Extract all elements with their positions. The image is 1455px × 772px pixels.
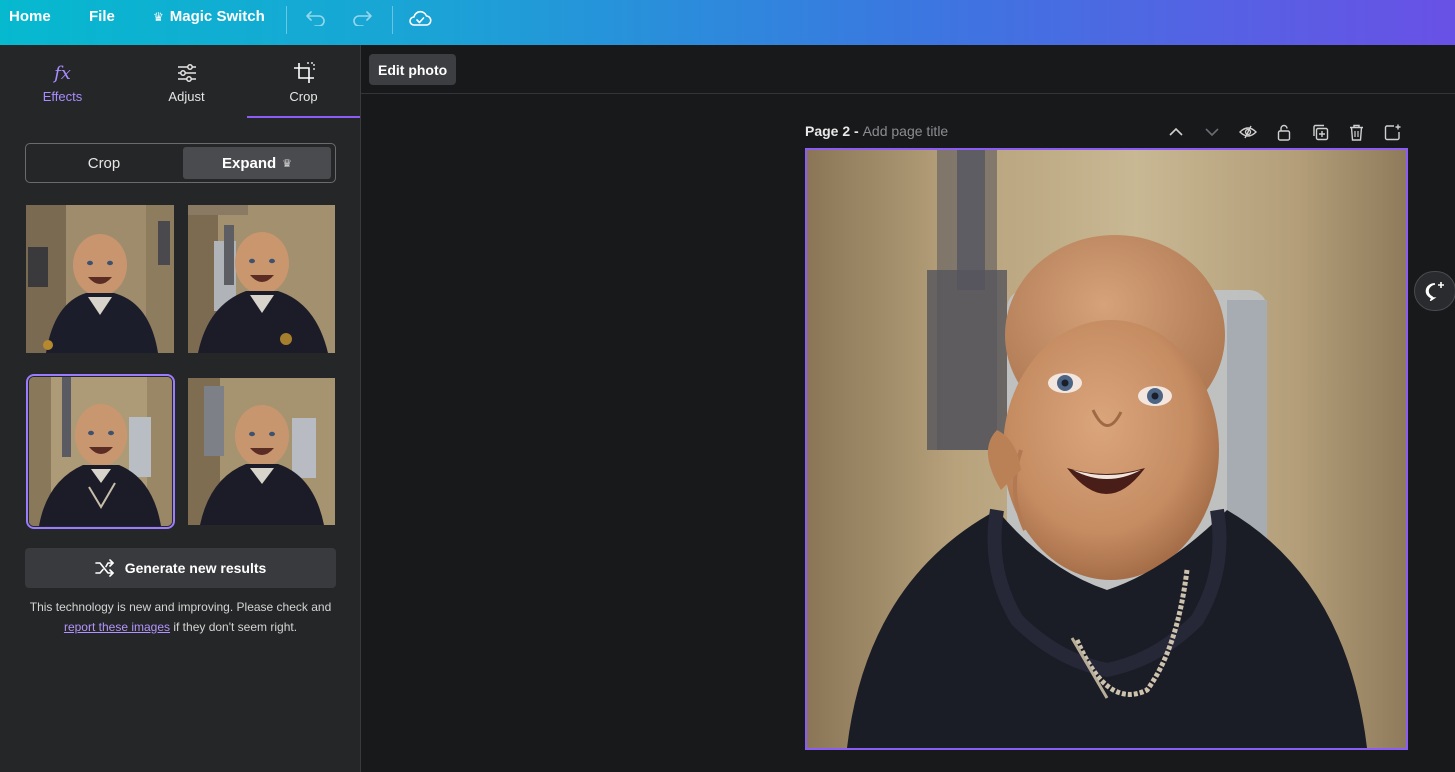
fx-icon: fx <box>54 62 71 84</box>
edit-photo-panel: fx Effects Adjust Crop Crop Expand ♛ Gen… <box>0 45 361 772</box>
generate-label: Generate new results <box>124 560 267 576</box>
disclaimer-note: This technology is new and improving. Pl… <box>25 597 336 637</box>
top-bar: Home File ♛ Magic Switch <box>0 0 1455 45</box>
undo-button[interactable] <box>302 6 330 30</box>
move-page-up-button[interactable] <box>1165 121 1187 143</box>
expand-mode-button[interactable]: Expand ♛ <box>183 147 331 179</box>
expand-result-1[interactable] <box>26 205 174 353</box>
crown-icon: ♛ <box>153 9 164 24</box>
crown-icon: ♛ <box>282 157 293 170</box>
panel-tabs: fx Effects Adjust Crop <box>0 45 360 119</box>
lock-page-button[interactable] <box>1273 121 1295 143</box>
expand-result-3[interactable] <box>26 374 175 529</box>
eye-off-icon <box>1239 125 1257 139</box>
page-number: Page 2 - <box>805 123 863 139</box>
editor-canvas: Edit photo Page 2 - Add page title <box>361 45 1455 772</box>
add-comment-button[interactable] <box>1414 271 1455 311</box>
divider <box>392 6 393 34</box>
crop-mode-toggle: Crop Expand ♛ <box>25 143 336 183</box>
duplicate-icon <box>1312 124 1328 140</box>
file-menu[interactable]: File <box>89 8 115 25</box>
lock-icon <box>1277 124 1291 141</box>
tab-label: Crop <box>289 89 318 104</box>
undo-icon <box>306 11 325 26</box>
edit-photo-button[interactable]: Edit photo <box>369 54 457 85</box>
sliders-icon <box>177 64 196 82</box>
result-image <box>26 205 174 353</box>
baby-photo[interactable] <box>807 150 1406 748</box>
generate-new-results-button[interactable]: Generate new results <box>25 548 336 588</box>
result-image <box>188 378 335 525</box>
tab-label: Adjust <box>168 89 205 104</box>
add-page-icon <box>1384 124 1400 140</box>
home-menu[interactable]: Home <box>9 8 51 25</box>
redo-button[interactable] <box>348 6 376 30</box>
move-page-down-button[interactable] <box>1201 121 1223 143</box>
comment-add-icon <box>1425 282 1444 301</box>
cloud-save-button[interactable] <box>406 6 434 30</box>
design-page[interactable] <box>805 148 1408 750</box>
divider <box>286 6 287 34</box>
tab-adjust[interactable]: Adjust <box>130 45 243 119</box>
result-image <box>188 205 335 353</box>
active-tab-indicator <box>247 116 360 118</box>
report-images-link[interactable]: report these images <box>64 620 170 634</box>
page-title-input[interactable]: Add page title <box>863 123 949 139</box>
crop-mode-button[interactable]: Crop <box>29 147 179 179</box>
cloud-check-icon <box>409 10 432 26</box>
note-text: This technology is new and improving. Pl… <box>29 600 332 614</box>
context-toolbar: Edit photo <box>361 45 1455 94</box>
duplicate-page-button[interactable] <box>1309 121 1331 143</box>
tab-effects[interactable]: fx Effects <box>6 45 119 119</box>
tab-crop[interactable]: Crop <box>247 45 360 119</box>
result-image <box>29 377 172 526</box>
expand-label: Expand <box>221 154 277 172</box>
add-page-button[interactable] <box>1381 121 1403 143</box>
hide-page-button[interactable] <box>1237 121 1259 143</box>
redo-icon <box>353 11 372 26</box>
tab-label: Effects <box>42 89 83 104</box>
delete-page-button[interactable] <box>1345 121 1367 143</box>
magic-switch-label: Magic Switch <box>169 8 265 25</box>
chevron-down-icon <box>1205 128 1219 137</box>
trash-icon <box>1349 124 1363 141</box>
chevron-up-icon <box>1169 127 1183 136</box>
page-header: Page 2 - Add page title <box>805 123 948 139</box>
expand-result-2[interactable] <box>188 205 335 353</box>
shuffle-icon <box>94 559 114 577</box>
expand-result-4[interactable] <box>188 378 335 525</box>
note-text-end: if they don't seem right. <box>170 620 298 634</box>
magic-switch-button[interactable]: ♛ Magic Switch <box>153 8 265 25</box>
crop-icon <box>293 62 315 83</box>
